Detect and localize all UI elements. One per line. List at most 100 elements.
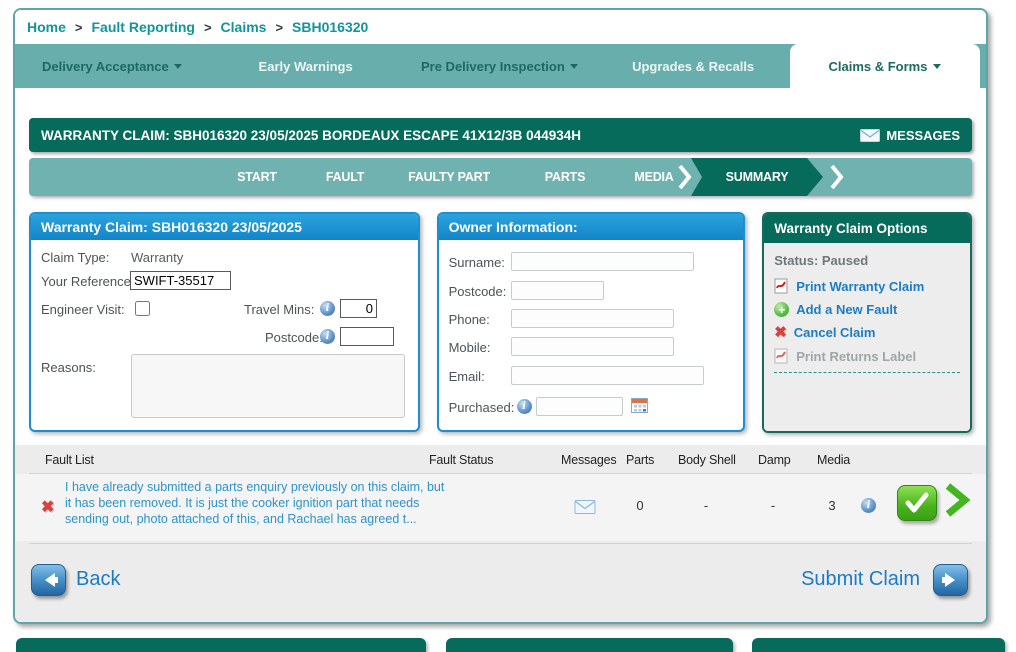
phone-field[interactable] — [510, 309, 674, 328]
warranty-claim-options-panel: Warranty Claim Options Status: Paused Pr… — [762, 212, 972, 433]
back-label[interactable]: Back — [76, 568, 120, 591]
messages-button[interactable]: MESSAGES — [860, 128, 960, 143]
surname-label: Surname: — [448, 255, 505, 270]
next-panel-header-bar — [752, 638, 1005, 652]
tab-upgrades-recalls[interactable]: Upgrades & Recalls — [596, 44, 790, 88]
submit-claim-button[interactable] — [933, 564, 968, 596]
body-shell-value: - — [703, 498, 709, 513]
table-divider — [29, 543, 972, 544]
column-header-fault-list: Fault List — [45, 453, 94, 467]
checkmark-icon — [905, 492, 929, 513]
arrow-right-icon — [941, 573, 955, 587]
your-reference-input[interactable] — [130, 271, 231, 290]
tab-label: Claims & Forms — [828, 58, 928, 74]
step-media[interactable]: MEDIA — [634, 158, 673, 196]
parts-count: 0 — [636, 498, 644, 513]
claim-postcode-input[interactable] — [340, 327, 394, 346]
tab-claims-forms-active[interactable]: Claims & Forms — [790, 44, 980, 88]
chevron-down-icon — [569, 63, 578, 69]
step-start[interactable]: START — [237, 158, 277, 196]
travel-mins-label: Travel Mins: — [244, 302, 315, 317]
tab-label: Early Warnings — [258, 58, 353, 74]
add-icon: + — [774, 302, 790, 317]
envelope-icon — [574, 500, 596, 514]
back-button[interactable] — [31, 564, 66, 596]
fault-messages-button[interactable] — [574, 500, 596, 519]
email-label: Email: — [448, 369, 485, 384]
your-reference-label: Your Reference: — [41, 274, 135, 289]
owner-information-panel-body: Surname: Postcode: Phone: Mobile: Email:… — [439, 240, 744, 430]
options-panel-body: Status: Paused Print Warranty Claim + Ad… — [764, 243, 970, 431]
reasons-textarea[interactable] — [131, 354, 405, 418]
add-new-fault-label: Add a New Fault — [796, 302, 898, 317]
phone-label: Phone: — [448, 312, 490, 327]
chevron-right-icon — [678, 164, 692, 190]
chevron-down-icon — [933, 63, 942, 69]
column-header-fault-status: Fault Status — [429, 453, 494, 467]
delete-fault-icon[interactable]: ✖ — [41, 497, 54, 517]
pdf-icon — [774, 278, 788, 294]
engineer-visit-checkbox[interactable] — [135, 301, 150, 316]
travel-mins-info-icon[interactable]: i — [320, 301, 335, 316]
chevron-right-icon — [830, 164, 844, 190]
reasons-label: Reasons: — [41, 360, 96, 375]
mobile-field[interactable] — [510, 337, 674, 356]
purchased-field[interactable] — [535, 397, 623, 416]
messages-label: MESSAGES — [886, 127, 960, 143]
mobile-label: Mobile: — [448, 340, 491, 355]
add-new-fault-action[interactable]: + Add a New Fault — [774, 302, 960, 317]
calendar-icon[interactable] — [630, 397, 649, 414]
owner-information-panel: Owner Information: Surname: Postcode: Ph… — [436, 212, 746, 432]
chevron-down-icon — [173, 63, 182, 69]
warranty-claim-panel-body: Claim Type: Warranty Your Reference: Eng… — [31, 240, 418, 430]
arrow-left-icon — [44, 573, 58, 587]
cancel-claim-action[interactable]: ✖ Cancel Claim — [774, 325, 960, 340]
travel-mins-input[interactable] — [340, 299, 377, 318]
fault-info-icon[interactable]: i — [861, 498, 876, 513]
chevron-right-icon — [945, 483, 971, 517]
tab-pre-delivery-inspection[interactable]: Pre Delivery Inspection — [403, 44, 597, 88]
next-panel-header-bar — [446, 638, 733, 652]
submit-claim-label[interactable]: Submit Claim — [801, 568, 920, 591]
fault-complete-button[interactable] — [897, 485, 937, 521]
step-parts[interactable]: PARTS — [545, 158, 586, 196]
column-header-media: Media — [817, 453, 851, 467]
page-title: WARRANTY CLAIM: SBH016320 23/05/2025 BOR… — [41, 127, 581, 143]
next-panel-header-bar — [16, 638, 426, 652]
email-field[interactable] — [510, 366, 704, 385]
claim-postcode-info-icon[interactable]: i — [320, 329, 335, 344]
options-separator — [774, 372, 960, 373]
fault-description-link[interactable]: I have already submitted a parts enquiry… — [65, 479, 445, 527]
warranty-claim-panel: Warranty Claim: SBH016320 23/05/2025 Cla… — [29, 212, 420, 432]
owner-postcode-label: Postcode: — [448, 284, 507, 299]
cancel-claim-label: Cancel Claim — [793, 325, 876, 340]
purchased-info-icon[interactable]: i — [516, 399, 532, 414]
open-fault-arrow[interactable] — [943, 482, 971, 523]
engineer-visit-label: Engineer Visit: — [41, 302, 125, 317]
owner-postcode-field[interactable] — [510, 281, 604, 300]
pdf-icon — [774, 348, 788, 364]
column-header-messages: Messages — [561, 453, 617, 467]
print-returns-label-action: Print Returns Label — [774, 348, 960, 364]
owner-information-panel-title: Owner Information: — [438, 214, 744, 240]
status-badge: Status: Paused — [774, 253, 869, 268]
breadcrumb-fault-reporting[interactable]: Fault Reporting — [92, 19, 195, 35]
tab-delivery-acceptance[interactable]: Delivery Acceptance — [15, 44, 209, 88]
tab-label: Pre Delivery Inspection — [420, 58, 565, 74]
breadcrumb-separator-icon: > — [275, 19, 284, 35]
column-header-parts: Parts — [626, 453, 655, 467]
media-count: 3 — [828, 498, 836, 513]
claim-type-value: Warranty — [131, 250, 184, 265]
surname-field[interactable] — [510, 252, 694, 271]
step-faulty-part[interactable]: FAULTY PART — [408, 158, 490, 196]
print-warranty-claim-action[interactable]: Print Warranty Claim — [774, 278, 960, 294]
print-warranty-claim-label: Print Warranty Claim — [796, 278, 925, 294]
breadcrumb-separator-icon: > — [74, 19, 83, 35]
step-fault[interactable]: FAULT — [326, 158, 365, 196]
breadcrumb-claims[interactable]: Claims — [221, 19, 267, 35]
tab-early-warnings[interactable]: Early Warnings — [209, 44, 403, 88]
purchased-label: Purchased: — [448, 400, 515, 415]
panels-row: Warranty Claim: SBH016320 23/05/2025 Cla… — [29, 212, 972, 433]
main-window: Home > Fault Reporting > Claims > SBH016… — [13, 8, 988, 624]
breadcrumb-home[interactable]: Home — [27, 19, 66, 35]
